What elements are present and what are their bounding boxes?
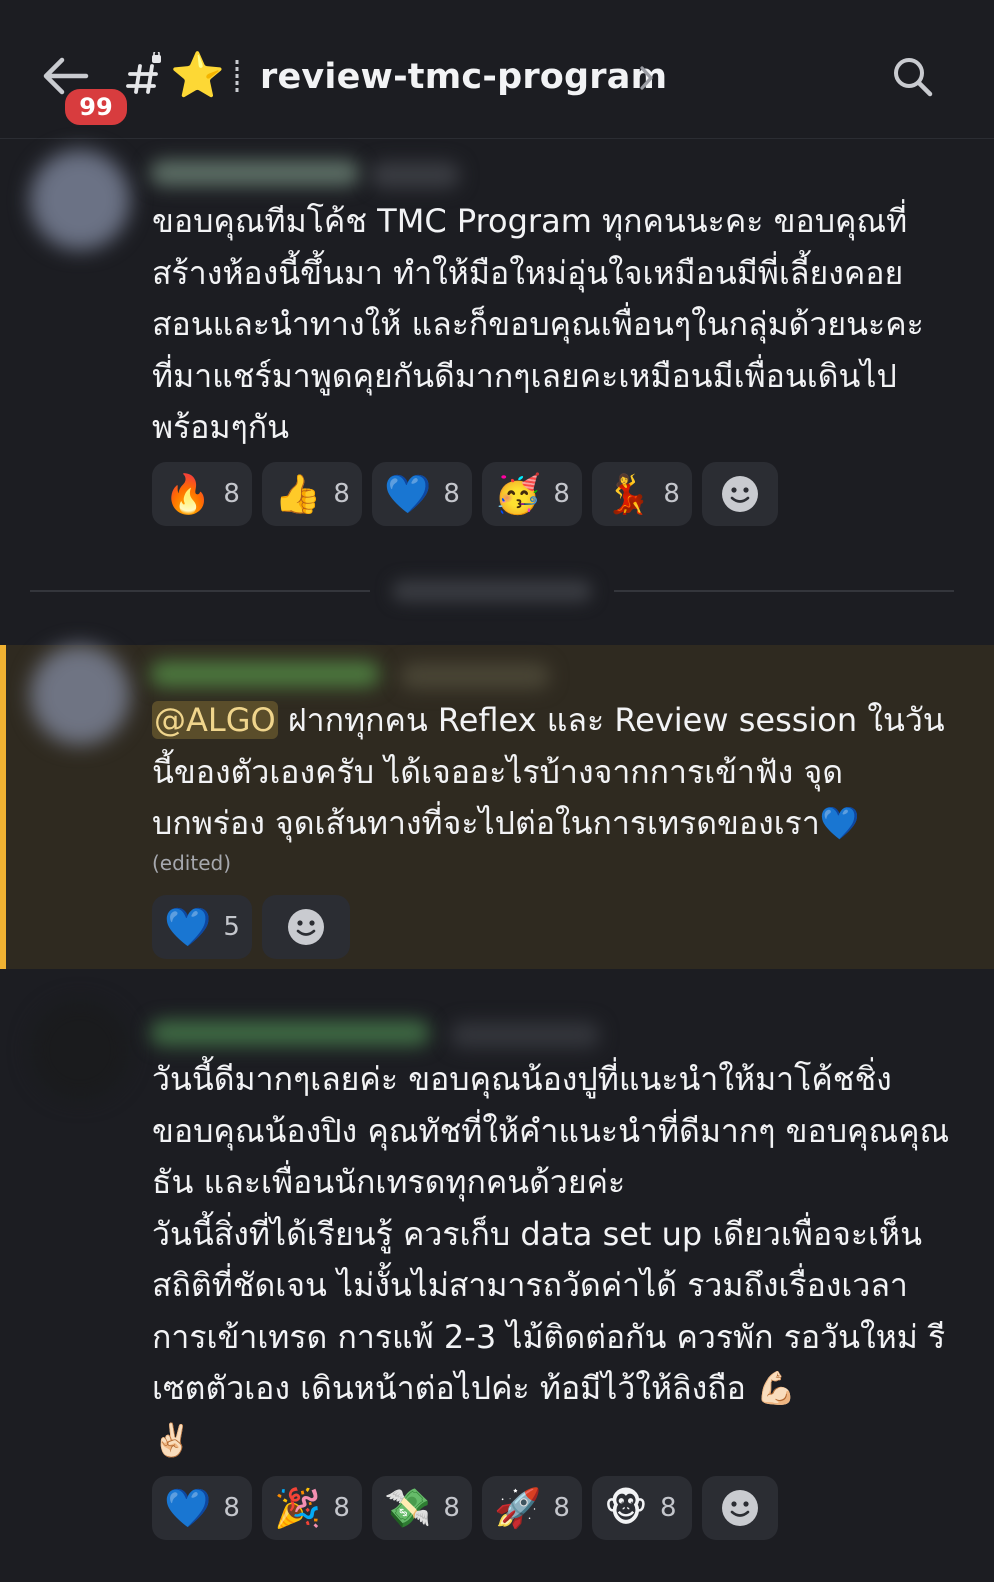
reaction-count: 8 bbox=[443, 1493, 460, 1523]
fire-emoji: 🔥 bbox=[164, 472, 212, 516]
reaction-blue-heart[interactable]: 💙 8 bbox=[372, 462, 472, 526]
smiley-icon bbox=[288, 909, 324, 945]
add-reaction-button[interactable] bbox=[702, 462, 778, 526]
username[interactable] bbox=[150, 160, 360, 186]
mention-tag[interactable]: @ALGO bbox=[152, 701, 278, 739]
money-wings-emoji: 💸 bbox=[384, 1486, 432, 1530]
reaction-count: 8 bbox=[553, 1493, 570, 1523]
monkey-emoji: 🐵 bbox=[604, 1486, 648, 1530]
channel-star-emoji: ⭐ bbox=[170, 50, 225, 101]
edited-label: (edited) bbox=[152, 851, 232, 875]
date-divider-right bbox=[614, 590, 954, 592]
channel-separator bbox=[235, 60, 239, 94]
message-2[interactable]: @ALGO ฝากทุกคน Reflex และ Review session… bbox=[0, 645, 994, 969]
rocket-emoji: 🚀 bbox=[494, 1486, 542, 1530]
reaction-count: 8 bbox=[443, 479, 460, 509]
reaction-bar: 💙 8 🎉 8 💸 8 🚀 8 🐵 8 bbox=[152, 1476, 778, 1540]
blue-heart-emoji: 💙 bbox=[164, 1486, 212, 1530]
reaction-monkey[interactable]: 🐵 8 bbox=[592, 1476, 692, 1540]
reaction-count: 8 bbox=[223, 1493, 240, 1523]
reaction-blue-heart[interactable]: 💙 8 bbox=[152, 1476, 252, 1540]
reaction-custom[interactable]: 💃 8 bbox=[592, 462, 692, 526]
thumbs-up-emoji: 👍 bbox=[274, 472, 322, 516]
unread-badge: 99 bbox=[62, 86, 130, 128]
timestamp bbox=[450, 1022, 600, 1048]
reaction-count: 8 bbox=[333, 479, 350, 509]
reaction-party-face[interactable]: 🥳 8 bbox=[482, 462, 582, 526]
channel-hash-icon bbox=[126, 52, 161, 94]
reaction-count: 8 bbox=[659, 1493, 677, 1523]
blue-heart-emoji: 💙 bbox=[164, 905, 212, 949]
reaction-count: 8 bbox=[333, 1493, 350, 1523]
party-popper-emoji: 🎉 bbox=[274, 1486, 322, 1530]
timestamp bbox=[370, 162, 460, 188]
timestamp bbox=[400, 663, 550, 689]
message-3[interactable]: วันนี้ดีมากๆเลยค่ะ ขอบคุณน้องปูที่แนะนำใ… bbox=[0, 990, 994, 1580]
reaction-count: 5 bbox=[223, 912, 240, 942]
date-divider-label bbox=[392, 580, 592, 602]
reaction-bar: 💙 5 bbox=[152, 895, 350, 959]
avatar[interactable] bbox=[30, 645, 130, 745]
reaction-money-wings[interactable]: 💸 8 bbox=[372, 1476, 472, 1540]
add-reaction-button[interactable] bbox=[262, 895, 350, 959]
party-face-emoji: 🥳 bbox=[494, 472, 542, 516]
message-text: @ALGO ฝากทุกคน Reflex และ Review session… bbox=[152, 695, 952, 850]
reaction-count: 8 bbox=[663, 479, 680, 509]
custom-emoji: 💃 bbox=[604, 472, 652, 516]
date-divider-left bbox=[30, 590, 370, 592]
add-reaction-button[interactable] bbox=[702, 1476, 778, 1540]
reaction-blue-heart[interactable]: 💙 5 bbox=[152, 895, 252, 959]
avatar[interactable] bbox=[30, 1000, 130, 1100]
channel-title[interactable]: review-tmc-program bbox=[260, 54, 667, 100]
smiley-icon bbox=[722, 1490, 758, 1526]
reaction-count: 8 bbox=[223, 479, 240, 509]
message-1[interactable]: ขอบคุณทีมโค้ช TMC Program ทุกคนนะคะ ขอบค… bbox=[0, 140, 994, 560]
username[interactable] bbox=[150, 1020, 430, 1046]
reaction-rocket[interactable]: 🚀 8 bbox=[482, 1476, 582, 1540]
message-text: ขอบคุณทีมโค้ช TMC Program ทุกคนนะคะ ขอบค… bbox=[152, 202, 924, 446]
reaction-party-popper[interactable]: 🎉 8 bbox=[262, 1476, 362, 1540]
avatar[interactable] bbox=[30, 150, 130, 250]
channel-header: 99 ⭐ review-tmc-program bbox=[0, 0, 994, 139]
reaction-fire[interactable]: 🔥 8 bbox=[152, 462, 252, 526]
reaction-count: 8 bbox=[553, 479, 570, 509]
reaction-thumbs-up[interactable]: 👍 8 bbox=[262, 462, 362, 526]
reaction-bar: 🔥 8 👍 8 💙 8 🥳 8 💃 8 bbox=[152, 462, 778, 526]
smiley-icon bbox=[722, 476, 758, 512]
message-text: วันนี้ดีมากๆเลยค่ะ ขอบคุณน้องปูที่แนะนำใ… bbox=[152, 1060, 950, 1459]
search-icon[interactable] bbox=[890, 54, 934, 98]
blue-heart-emoji: 💙 bbox=[384, 472, 432, 516]
username[interactable] bbox=[150, 661, 380, 687]
chevron-right-icon[interactable] bbox=[636, 62, 656, 94]
